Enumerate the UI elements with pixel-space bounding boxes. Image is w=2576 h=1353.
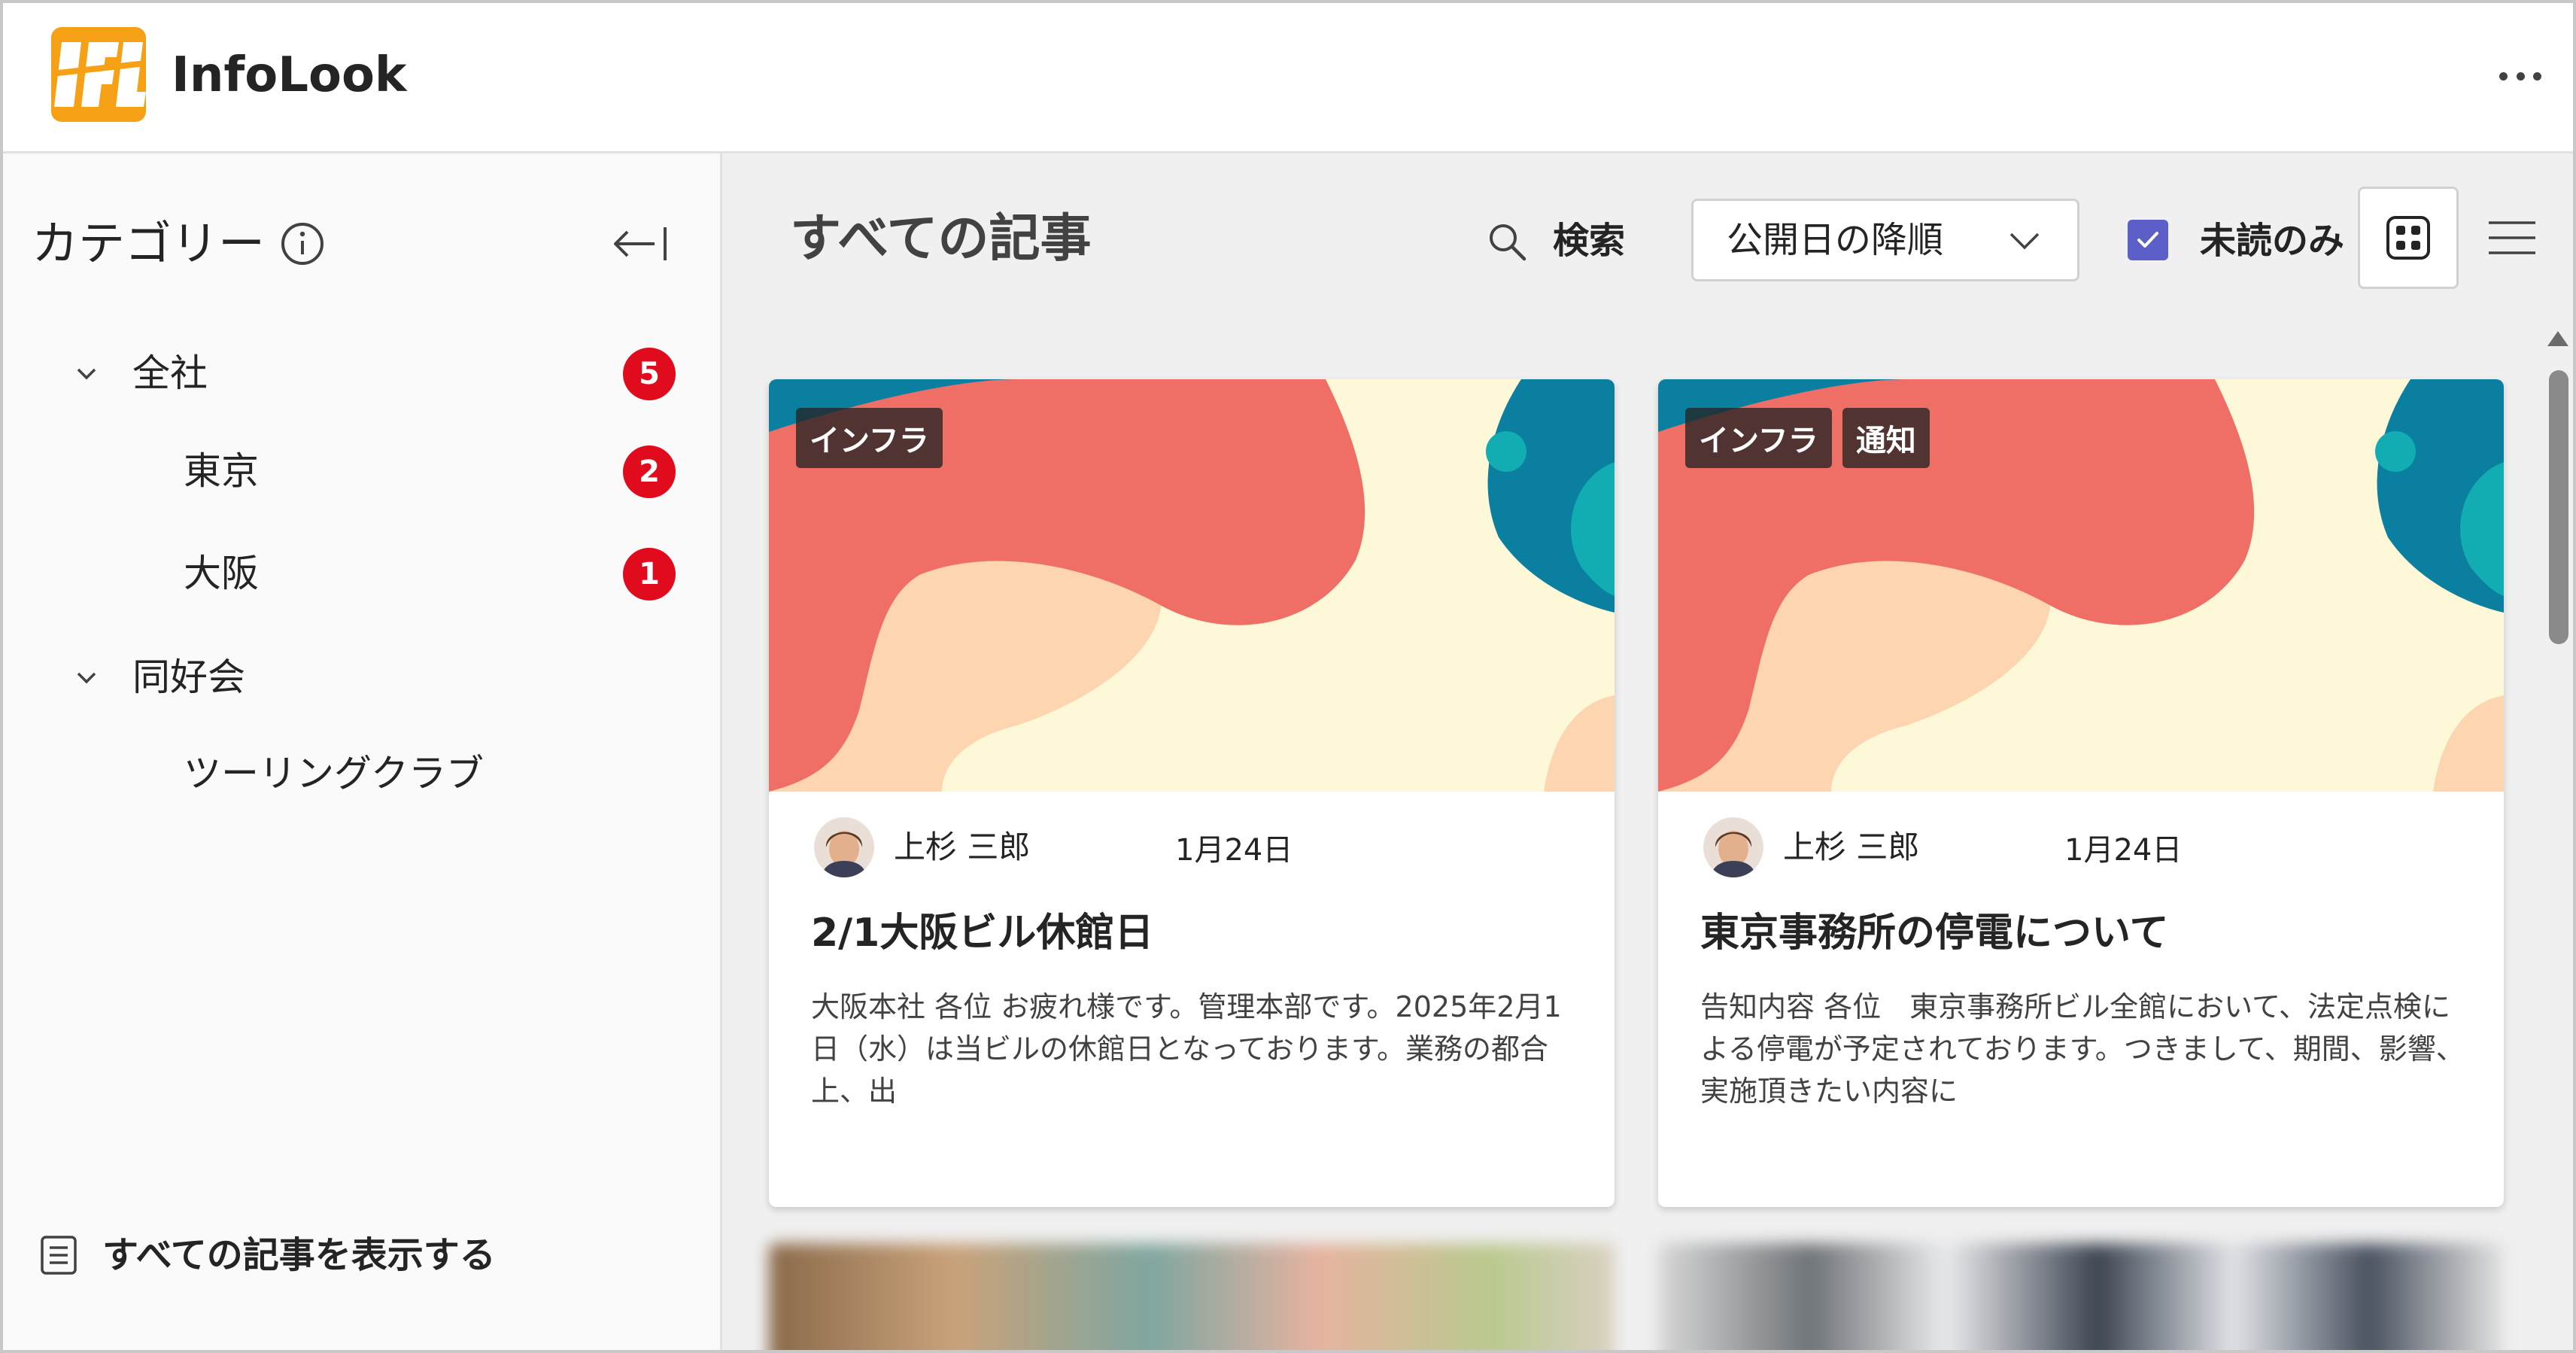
article-card-placeholder xyxy=(1658,1243,2504,1350)
tag-list: インフラ 通知 xyxy=(1685,408,1930,468)
article-excerpt: 告知内容 各位 東京事務所ビル全館において、法定点検による停電が予定されておりま… xyxy=(1700,990,2465,1108)
sidebar-item-label: 全社 xyxy=(132,351,208,395)
category-sidebar: カテゴリー 全社 5 東京 2 大阪 1 同好会 ツーリングクラブ すべての記事… xyxy=(3,154,722,1350)
article-title[interactable]: 2/1大阪ビル休館日 xyxy=(811,906,1153,960)
unread-count-badge: 5 xyxy=(623,348,676,400)
author-name: 上杉 三郎 xyxy=(894,829,1031,865)
infolook-logo xyxy=(51,27,146,122)
sidebar-item-label: 大阪 xyxy=(184,552,259,595)
scrollbar-thumb[interactable] xyxy=(2549,370,2568,644)
grid-view-button[interactable] xyxy=(2358,187,2459,289)
app-header: InfoLook xyxy=(3,3,2573,154)
author-avatar xyxy=(814,817,874,877)
chevron-down-icon xyxy=(2009,233,2040,250)
article-card[interactable]: インフラ 通知 上杉 三郎 1月24日 東京事務所の停電について 告知内容 各位… xyxy=(1658,379,2504,1207)
article-title[interactable]: 東京事務所の停電について xyxy=(1700,906,2168,960)
sort-selected-value: 公開日の降順 xyxy=(1727,219,1944,261)
publish-date: 1月24日 xyxy=(1175,833,1293,868)
search-button[interactable]: 検索 xyxy=(1553,217,1625,265)
checkmark-icon xyxy=(2137,232,2158,248)
sidebar-item-label: ツーリングクラブ xyxy=(184,752,484,795)
page-title: すべての記事 xyxy=(790,209,1092,269)
sort-order-dropdown[interactable]: 公開日の降順 xyxy=(1691,199,2079,281)
sidebar-item-osaka[interactable]: 大阪 1 xyxy=(3,533,722,616)
author-name: 上杉 三郎 xyxy=(1783,829,1920,865)
app-title: InfoLook xyxy=(172,47,407,103)
sidebar-title: カテゴリー xyxy=(32,216,266,271)
article-list-pane: すべての記事 検索 公開日の降順 未読のみ インフラ 上杉 三郎 1月24日 2… xyxy=(722,154,2573,1350)
unread-only-label[interactable]: 未読のみ xyxy=(2200,217,2344,265)
chevron-down-icon[interactable] xyxy=(74,361,99,387)
article-card[interactable]: インフラ 上杉 三郎 1月24日 2/1大阪ビル休館日 大阪本社 各位 お疲れ様… xyxy=(769,379,1615,1207)
chevron-down-icon[interactable] xyxy=(74,665,99,691)
tag-list: インフラ xyxy=(796,408,943,468)
article-excerpt: 大阪本社 各位 お疲れ様です。管理本部です。2025年2月1日（水）は当ビルの休… xyxy=(811,990,1562,1108)
info-icon[interactable] xyxy=(280,221,325,266)
search-icon[interactable] xyxy=(1487,221,1529,263)
grid-view-icon xyxy=(2386,216,2430,260)
sidebar-item-label: 同好会 xyxy=(132,655,245,699)
collapse-sidebar-icon[interactable] xyxy=(611,221,670,266)
list-view-icon[interactable] xyxy=(2486,217,2538,259)
author-avatar xyxy=(1703,817,1763,877)
unread-only-checkbox[interactable] xyxy=(2128,220,2168,260)
show-all-label: すべての記事を表示する xyxy=(102,1234,496,1276)
tag-badge: インフラ xyxy=(796,408,943,468)
app-window: InfoLook カテゴリー 全社 5 東京 2 大阪 1 同好会 ツーリングク… xyxy=(0,0,2576,1353)
document-list-icon xyxy=(41,1236,77,1275)
more-options-icon[interactable] xyxy=(2498,57,2543,95)
unread-count-badge: 1 xyxy=(623,548,676,600)
sidebar-item-label: 東京 xyxy=(184,449,259,493)
unread-count-badge: 2 xyxy=(623,445,676,498)
tag-badge: 通知 xyxy=(1842,408,1930,468)
sidebar-item-doukoukai[interactable]: 同好会 xyxy=(3,637,722,719)
sidebar-item-touring-club[interactable]: ツーリングクラブ xyxy=(3,733,722,816)
article-card-placeholder xyxy=(769,1243,1615,1350)
sidebar-item-tokyo[interactable]: 東京 2 xyxy=(3,430,722,513)
publish-date: 1月24日 xyxy=(2064,833,2183,868)
sidebar-item-zensha[interactable]: 全社 5 xyxy=(3,333,722,415)
scroll-up-arrow[interactable] xyxy=(2547,331,2568,346)
tag-badge: インフラ xyxy=(1685,408,1832,468)
